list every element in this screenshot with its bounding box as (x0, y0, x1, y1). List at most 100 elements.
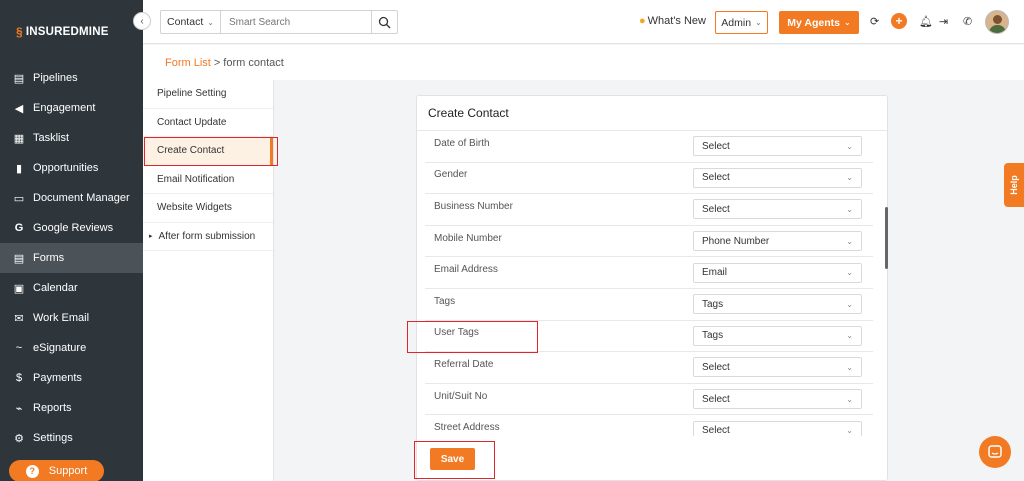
chevron-down-icon: ⌄ (846, 236, 853, 246)
avatar[interactable] (985, 10, 1009, 34)
submenu-contact-update[interactable]: Contact Update (143, 109, 273, 137)
submenu-label: Pipeline Setting (157, 88, 227, 100)
refresh-icon[interactable]: ⟳ (870, 15, 879, 28)
whats-new-link[interactable]: ● What's New (639, 15, 706, 27)
sidebar-item-calendar[interactable]: ▣ Calendar (0, 273, 143, 303)
add-button[interactable]: + (891, 13, 907, 29)
search-input[interactable] (221, 11, 371, 33)
sidebar-item-label: Document Manager (33, 192, 130, 204)
support-label: Support (48, 465, 88, 477)
my-agents-button[interactable]: My Agents ⌄ (779, 11, 859, 34)
select-value: Phone Number (702, 235, 770, 247)
chevron-down-icon: ⌄ (846, 268, 853, 278)
chevron-down-icon: ⌄ (846, 362, 853, 372)
sidebar-item-work-email[interactable]: ✉ Work Email (0, 303, 143, 333)
submenu-label: Create Contact (157, 145, 225, 157)
support-button[interactable]: ? Support (9, 460, 104, 481)
field-row-business-number: Business Number Select ⌄ (425, 194, 873, 226)
logo-icon: § (16, 25, 23, 39)
field-label: Street Address (434, 422, 500, 434)
field-mapping-select[interactable]: Tags ⌄ (693, 325, 862, 346)
select-value: Select (702, 361, 730, 373)
avatar-body (989, 25, 1006, 33)
phone-icon[interactable]: ✆ (963, 15, 972, 28)
megaphone-icon: ◀ (14, 102, 24, 115)
sidebar-item-label: Opportunities (33, 162, 99, 174)
field-mapping-select[interactable]: Select ⌄ (693, 420, 862, 436)
avatar-head (993, 15, 1002, 24)
sidebar-item-label: Pipelines (33, 72, 78, 84)
line-chart-icon: ⌁ (15, 402, 23, 415)
submenu-after-form-submission[interactable]: ▸ After form submission (143, 223, 273, 251)
chevron-down-icon: ⌄ (846, 394, 853, 404)
gear-icon: ⚙ (14, 432, 24, 445)
field-mapping-select[interactable]: Select ⌄ (693, 389, 862, 410)
google-icon: G (14, 222, 24, 234)
sidebar-item-label: eSignature (33, 342, 87, 354)
sign-out-icon[interactable]: ⇥ (939, 15, 948, 28)
admin-dropdown[interactable]: Admin ⌄ (715, 11, 768, 34)
dollar-icon: $ (15, 372, 23, 384)
sidebar-item-opportunities[interactable]: ▮ Opportunities (0, 153, 143, 183)
chat-icon (988, 445, 1002, 458)
field-list[interactable]: Date of Birth Select ⌄ Gender Select ⌄ Busin… (425, 131, 873, 436)
search-type-label: Contact (167, 16, 204, 28)
field-mapping-select[interactable]: Email ⌄ (693, 262, 862, 283)
submenu-website-widgets[interactable]: Website Widgets (143, 194, 273, 223)
chat-button[interactable] (979, 436, 1011, 468)
bell-icon[interactable]: 🔔︎ (919, 15, 933, 28)
submenu-pipeline-setting[interactable]: Pipeline Setting (143, 80, 273, 109)
sidebar-item-document-manager[interactable]: ▭ Document Manager (0, 183, 143, 213)
field-mapping-select[interactable]: Phone Number ⌄ (693, 231, 862, 252)
field-mapping-select[interactable]: Tags ⌄ (693, 294, 862, 315)
sidebar-item-engagement[interactable]: ◀ Engagement (0, 93, 143, 123)
chevron-down-icon: ⌄ (846, 299, 853, 309)
sidebar: § INSUREDMINE ‹ ▤ Pipelines ◀ Engagement ▦… (0, 0, 151, 481)
help-label: Help (1008, 175, 1019, 195)
field-label: Business Number (434, 200, 513, 212)
admin-label: Admin (721, 16, 752, 29)
submenu-label: Website Widgets (157, 202, 232, 214)
field-mapping-select[interactable]: Select ⌄ (693, 136, 862, 157)
field-row-tags: Tags Tags ⌄ (425, 289, 873, 321)
field-mapping-select[interactable]: Select ⌄ (693, 167, 862, 188)
field-label: Unit/Suit No (434, 390, 488, 402)
breadcrumb-form-list-link[interactable]: Form List (165, 57, 211, 69)
field-label: Gender (434, 169, 468, 181)
select-value: Email (702, 267, 728, 279)
breadcrumb-separator: > (213, 56, 221, 69)
sidebar-item-google-reviews[interactable]: G Google Reviews (0, 213, 143, 243)
scrollbar-thumb[interactable] (885, 207, 888, 269)
sidebar-item-label: Settings (33, 432, 73, 444)
save-button[interactable]: Save (430, 448, 475, 470)
chevron-down-icon: ⌄ (755, 18, 762, 27)
card-title: Create Contact (417, 96, 887, 131)
clipboard-icon: ▦ (13, 132, 25, 145)
sidebar-item-label: Reports (33, 402, 72, 414)
scrollbar[interactable] (885, 131, 889, 436)
field-row-unit-suit-no: Unit/Suit No Select ⌄ (425, 384, 873, 416)
help-tab[interactable]: Help (1004, 163, 1024, 207)
sidebar-item-settings[interactable]: ⚙ Settings (0, 423, 143, 453)
submenu-create-contact[interactable]: Create Contact (143, 137, 273, 166)
question-icon: ? (25, 464, 39, 478)
field-mapping-select[interactable]: Select ⌄ (693, 199, 862, 220)
sidebar-item-esignature[interactable]: ~ eSignature (0, 333, 143, 363)
collapse-sidebar-button[interactable]: ‹ (133, 12, 151, 30)
select-value: Select (702, 393, 730, 405)
brand-name: INSUREDMINE (25, 26, 109, 38)
submenu-label: After form submission (158, 230, 256, 242)
field-mapping-select[interactable]: Select ⌄ (693, 357, 862, 378)
brand-logo[interactable]: § INSUREDMINE (16, 25, 109, 39)
submenu-email-notification[interactable]: Email Notification (143, 166, 273, 194)
search-type-select[interactable]: Contact ⌄ (161, 11, 221, 33)
select-value: Select (702, 425, 730, 436)
sidebar-item-reports[interactable]: ⌁ Reports (0, 393, 143, 423)
sidebar-item-forms[interactable]: ▤ Forms (0, 243, 143, 273)
field-row-date-of-birth: Date of Birth Select ⌄ (425, 131, 873, 163)
sidebar-item-payments[interactable]: $ Payments (0, 363, 143, 393)
search-button[interactable] (371, 11, 397, 33)
select-value: Tags (702, 298, 724, 310)
sidebar-item-tasklist[interactable]: ▦ Tasklist (0, 123, 143, 153)
sidebar-item-pipelines[interactable]: ▤ Pipelines (0, 63, 143, 93)
